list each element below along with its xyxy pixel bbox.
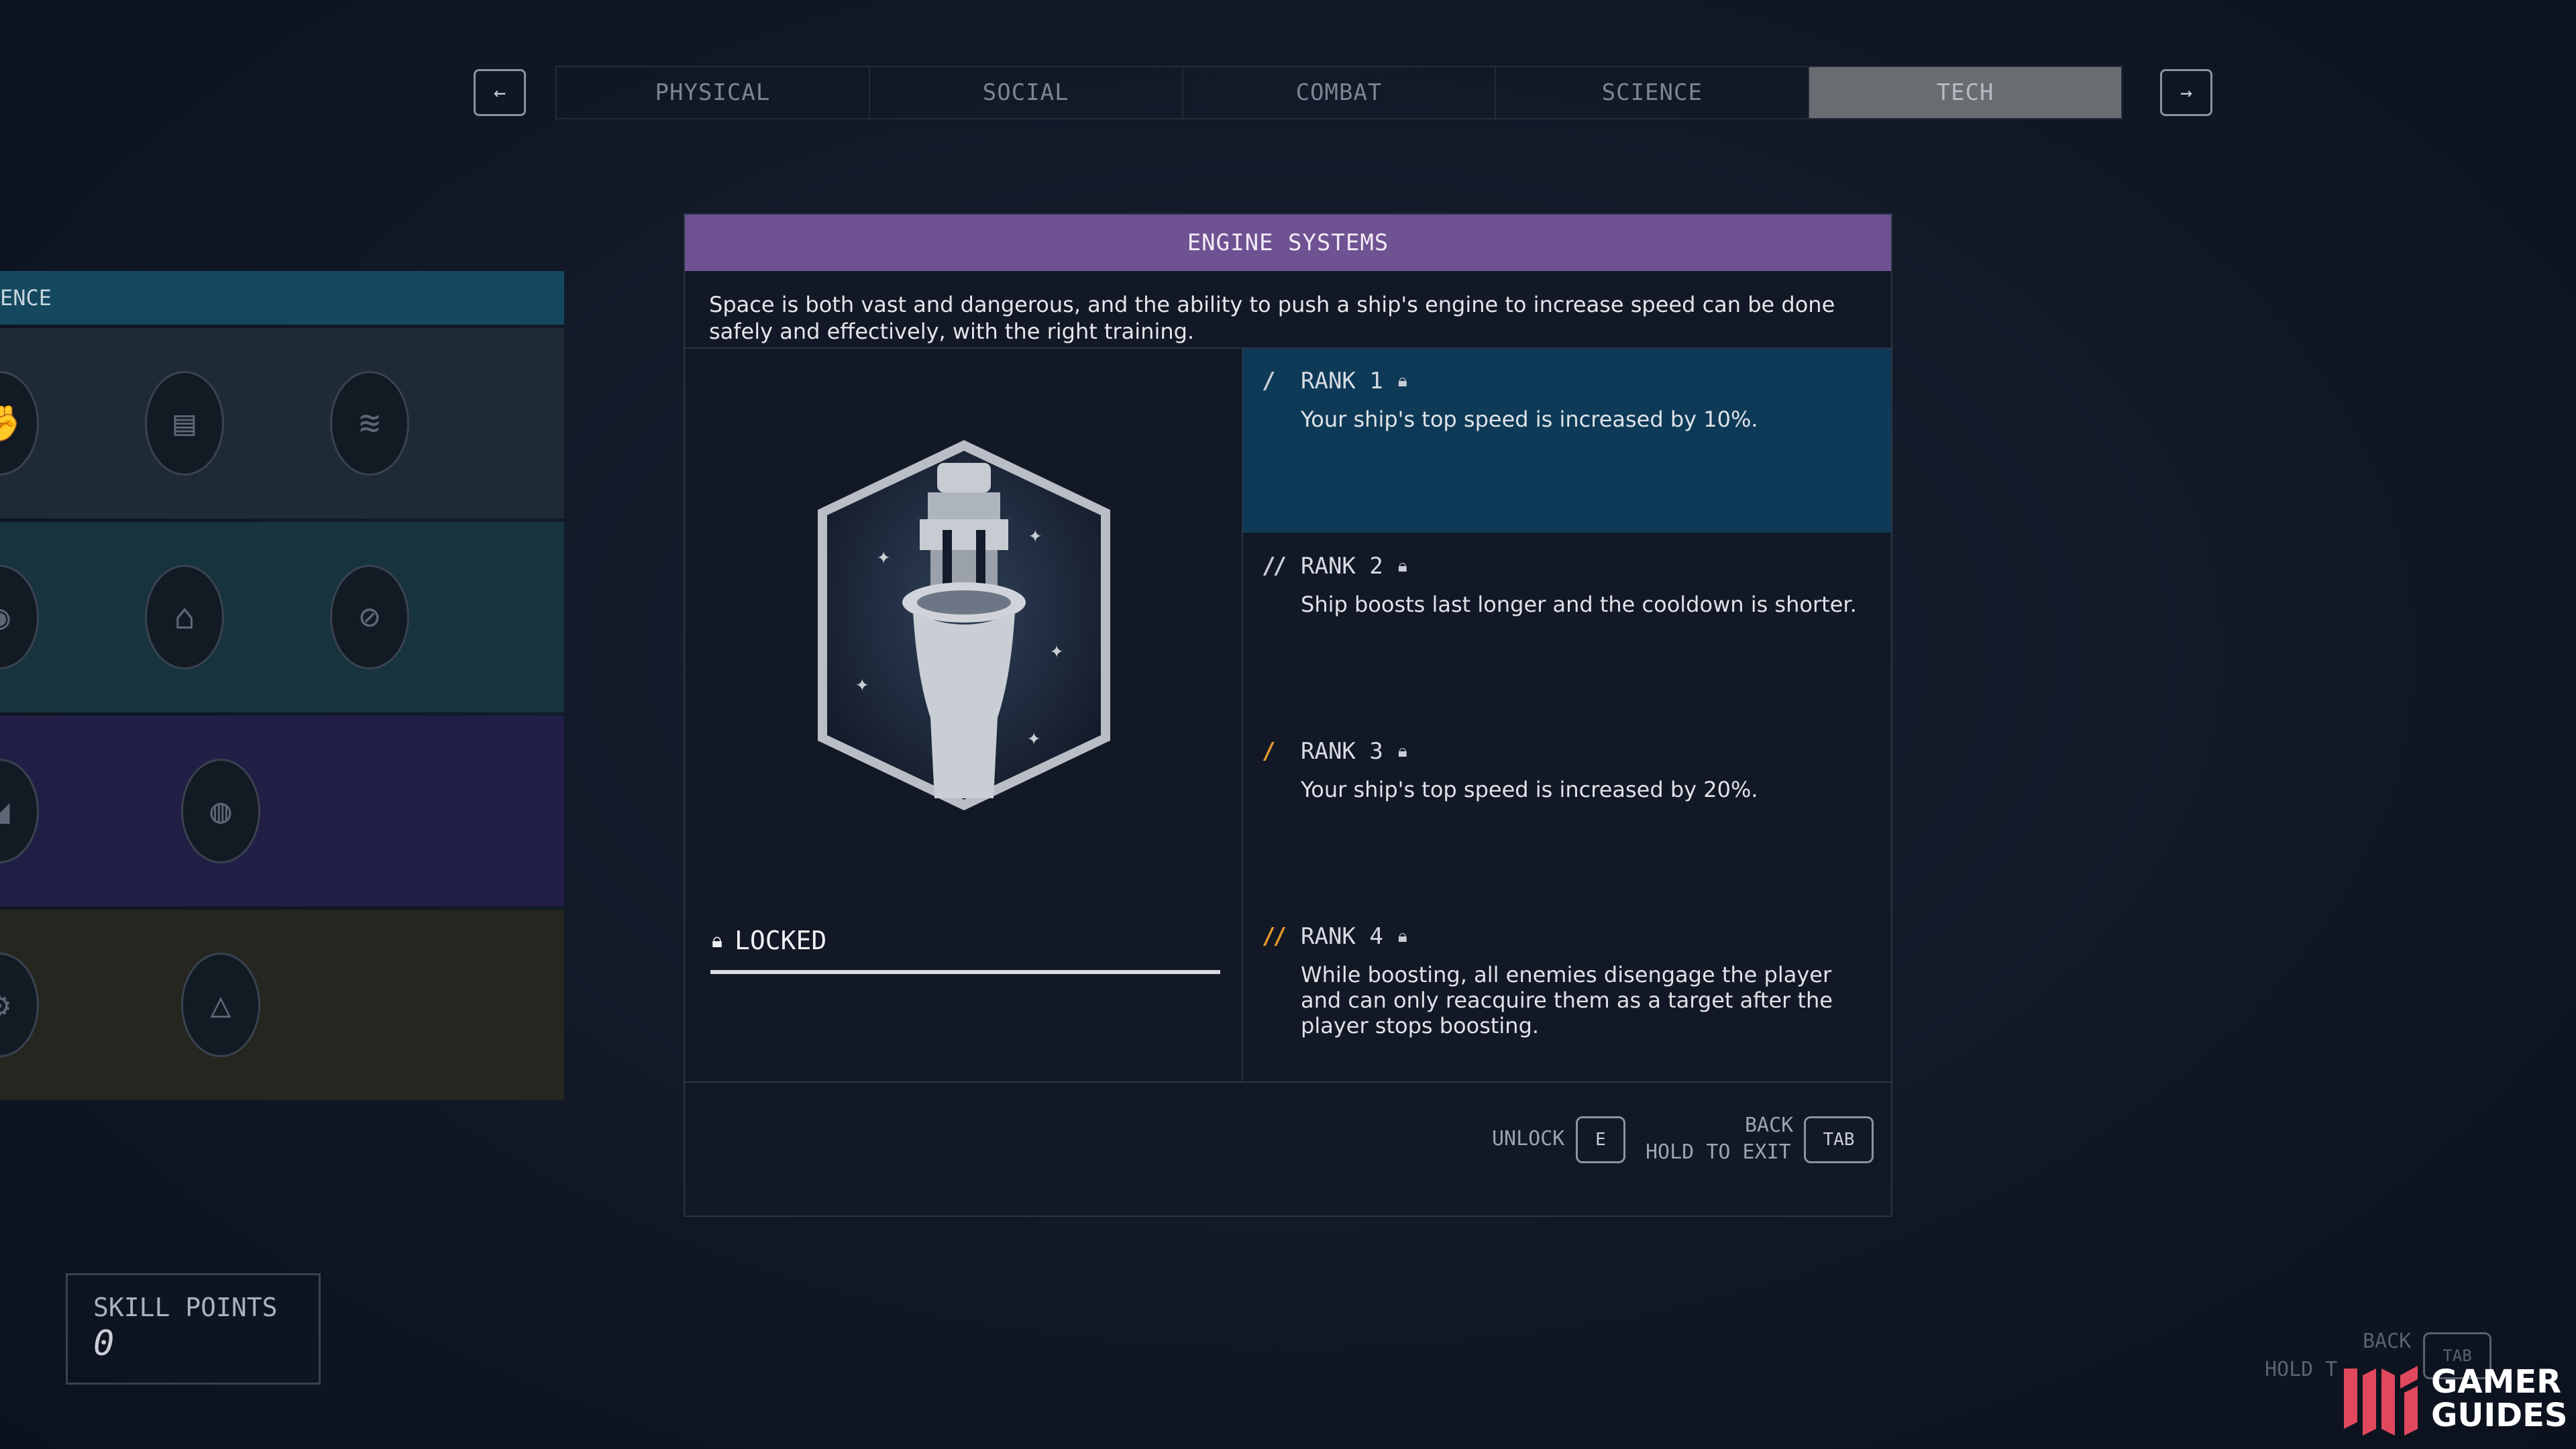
svg-text:✦: ✦ xyxy=(1050,637,1063,663)
rank-marker-icon: // xyxy=(1262,553,1287,580)
skill-title: ENGINE SYSTEMS xyxy=(685,215,1891,271)
rank-description: Your ship's top speed is increased by 20… xyxy=(1301,777,1758,802)
lock-icon: 🔒︎ xyxy=(1397,926,1407,947)
gamer-guides-logo-icon xyxy=(2344,1366,2418,1436)
skill-points-box: SKILL POINTS 0 xyxy=(66,1273,321,1385)
back-key-button[interactable]: TAB xyxy=(1804,1116,1874,1163)
skill-status: 🔒︎ LOCKED xyxy=(712,926,826,955)
lock-icon: 🔒︎ xyxy=(1397,370,1407,391)
lock-icon: 🔒︎ xyxy=(1397,741,1407,761)
skill-description: Space is both vast and dangerous, and th… xyxy=(685,271,1891,349)
skill-points-label: SKILL POINTS xyxy=(93,1293,278,1322)
watermark-line-1: GAMER xyxy=(2431,1363,2562,1401)
svg-text:✦: ✦ xyxy=(1027,724,1040,751)
rank-label: RANK 4 xyxy=(1301,923,1383,950)
skill-triangle-icon[interactable]: △ xyxy=(181,953,260,1057)
unlock-hint: UNLOCK xyxy=(1492,1127,1565,1150)
rank-list: / RANK 1 🔒︎ Your ship's top speed is inc… xyxy=(1243,349,1891,1081)
skill-badge-area: ✦ ✦ ✦ ✦ ✦ 🔒︎ LOCKED xyxy=(685,349,1243,1081)
rank-1[interactable]: / RANK 1 🔒︎ Your ship's top speed is inc… xyxy=(1243,349,1891,533)
skill-target-icon[interactable]: ⊘ xyxy=(330,565,409,669)
skill-row-tier-4: ⚙ △ xyxy=(0,910,564,1100)
rank-3[interactable]: / RANK 3 🔒︎ Your ship's top speed is inc… xyxy=(1243,719,1891,903)
skill-ship-icon[interactable]: ◢ xyxy=(0,759,39,863)
arrow-left-icon: ← xyxy=(493,80,506,105)
skill-tree: ENCE ✊ ▤ ≋ ◉ ⌂ ⊘ ◢ ◍ ⚙ △ xyxy=(0,271,564,1100)
rank-label: RANK 2 xyxy=(1301,553,1383,580)
svg-text:✦: ✦ xyxy=(877,543,890,570)
rank-label: RANK 1 xyxy=(1301,368,1383,394)
skill-status-label: LOCKED xyxy=(734,926,827,955)
skill-row-tier-3: ◢ ◍ xyxy=(0,716,564,906)
skill-signal-icon[interactable]: ≋ xyxy=(330,371,409,476)
tab-physical[interactable]: PHYSICAL xyxy=(557,67,870,118)
arrow-right-icon: → xyxy=(2180,80,2193,105)
rank-description: While boosting, all enemies disengage th… xyxy=(1301,962,1833,1038)
lock-icon: 🔒︎ xyxy=(1397,555,1407,576)
svg-text:✦: ✦ xyxy=(1028,521,1042,548)
rank-marker-icon: / xyxy=(1262,738,1275,765)
rank-description: Your ship's top speed is increased by 10… xyxy=(1301,407,1758,432)
skill-fist-icon[interactable]: ✊ xyxy=(0,371,39,476)
rank-label: RANK 3 xyxy=(1301,738,1383,765)
skill-points-value: 0 xyxy=(93,1324,115,1364)
skill-row-tier-2: ◉ ⌂ ⊘ xyxy=(0,522,564,712)
rank-marker-icon: // xyxy=(1262,923,1287,950)
skill-progress-bar xyxy=(710,970,1220,974)
tab-social[interactable]: SOCIAL xyxy=(870,67,1183,118)
gamer-guides-watermark: GAMER GUIDES xyxy=(2337,1348,2576,1449)
hold-to-exit-hint: HOLD TO EXIT xyxy=(1646,1140,1791,1164)
svg-text:✦: ✦ xyxy=(855,670,869,697)
tab-combat[interactable]: COMBAT xyxy=(1183,67,1497,118)
panel-controls: UNLOCK E BACK HOLD TO EXIT TAB xyxy=(685,1083,1891,1197)
rank-2[interactable]: // RANK 2 🔒︎ Ship boosts last longer and… xyxy=(1243,534,1891,718)
skill-weapon-icon[interactable]: ⌂ xyxy=(145,565,224,669)
tab-science[interactable]: SCIENCE xyxy=(1496,67,1810,118)
unlock-key-button[interactable]: E xyxy=(1576,1116,1625,1163)
rank-4[interactable]: // RANK 4 🔒︎ While boosting, all enemies… xyxy=(1243,904,1891,1081)
skill-robot-icon[interactable]: ◉ xyxy=(0,565,39,669)
skill-gear-icon[interactable]: ⚙ xyxy=(0,953,39,1057)
prev-category-button[interactable]: ← xyxy=(474,69,526,116)
engine-patch-icon: ✦ ✦ ✦ ✦ ✦ xyxy=(818,440,1110,810)
rank-description: Ship boosts last longer and the cooldown… xyxy=(1301,592,1857,617)
rank-marker-icon: / xyxy=(1262,368,1275,394)
lock-icon: 🔒︎ xyxy=(712,928,722,953)
skill-detail-panel: ENGINE SYSTEMS Space is both vast and da… xyxy=(684,213,1892,1217)
category-tabs: PHYSICAL SOCIAL COMBAT SCIENCE TECH xyxy=(555,66,2123,119)
back-hint: BACK xyxy=(1745,1114,1794,1137)
watermark-line-2: GUIDES xyxy=(2431,1397,2568,1434)
tree-category-header: ENCE xyxy=(0,271,564,325)
ghost-hold-hint: HOLD T xyxy=(2265,1358,2338,1381)
tab-tech[interactable]: TECH xyxy=(1809,67,2121,118)
skill-tablet-icon[interactable]: ▤ xyxy=(145,371,224,476)
skill-row-tier-1: ✊ ▤ ≋ xyxy=(0,328,564,519)
next-category-button[interactable]: → xyxy=(2160,69,2212,116)
skill-planet-icon[interactable]: ◍ xyxy=(181,759,260,863)
